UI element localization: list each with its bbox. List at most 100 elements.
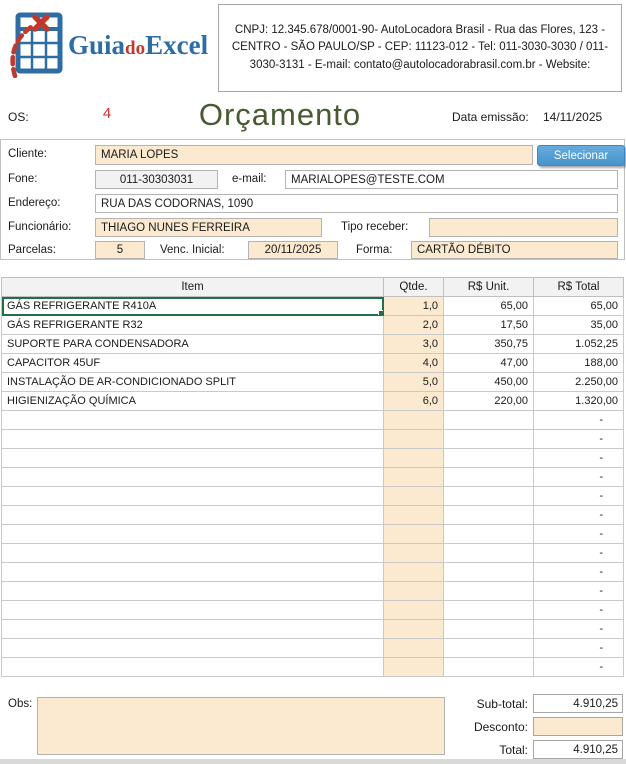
item-unit-cell[interactable]: [443, 619, 534, 639]
desconto-input[interactable]: [533, 717, 623, 736]
item-name-cell[interactable]: [1, 524, 384, 544]
item-total-cell[interactable]: -: [533, 467, 624, 487]
item-total-cell[interactable]: -: [533, 581, 624, 601]
fone-label: Fone:: [8, 173, 38, 185]
item-name-cell[interactable]: [1, 657, 384, 677]
item-name-cell[interactable]: [1, 543, 384, 563]
item-qty-cell[interactable]: [383, 543, 444, 563]
item-qty-cell[interactable]: [383, 467, 444, 487]
item-name-cell[interactable]: CAPACITOR 45UF: [1, 353, 384, 373]
item-total-cell[interactable]: -: [533, 638, 624, 658]
item-total-cell[interactable]: 1.052,25: [533, 334, 624, 354]
item-total-cell[interactable]: -: [533, 524, 624, 544]
item-total-cell[interactable]: 1.320,00: [533, 391, 624, 411]
item-qty-cell[interactable]: 2,0: [383, 315, 444, 335]
endereco-input[interactable]: RUA DAS CODORNAS, 1090: [95, 194, 618, 213]
selecionar-button[interactable]: Selecionar: [537, 145, 625, 166]
item-qty-cell[interactable]: 5,0: [383, 372, 444, 392]
item-unit-cell[interactable]: [443, 638, 534, 658]
item-qty-cell[interactable]: [383, 410, 444, 430]
item-total-cell[interactable]: -: [533, 600, 624, 620]
logo-word-guia: Guia: [68, 29, 126, 60]
item-name-cell[interactable]: [1, 505, 384, 525]
item-name-cell[interactable]: GÁS REFRIGERANTE R32: [1, 315, 384, 335]
item-total-cell[interactable]: 188,00: [533, 353, 624, 373]
obs-input[interactable]: [37, 697, 445, 755]
item-total-cell[interactable]: -: [533, 410, 624, 430]
item-total-cell[interactable]: 65,00: [533, 296, 624, 316]
item-total-cell[interactable]: -: [533, 448, 624, 468]
item-qty-cell[interactable]: [383, 638, 444, 658]
item-total-cell[interactable]: -: [533, 619, 624, 639]
item-unit-cell[interactable]: [443, 505, 534, 525]
item-unit-cell[interactable]: [443, 524, 534, 544]
item-qty-cell[interactable]: [383, 486, 444, 506]
col-header-item: Item: [1, 277, 384, 297]
item-name-cell[interactable]: [1, 562, 384, 582]
item-unit-cell[interactable]: 47,00: [443, 353, 534, 373]
item-name-cell[interactable]: [1, 581, 384, 601]
item-qty-cell[interactable]: 3,0: [383, 334, 444, 354]
item-unit-cell[interactable]: [443, 429, 534, 449]
selection-fill-handle[interactable]: [378, 310, 383, 315]
item-name-cell[interactable]: [1, 410, 384, 430]
item-name-cell[interactable]: [1, 638, 384, 658]
item-unit-cell[interactable]: 17,50: [443, 315, 534, 335]
item-unit-cell[interactable]: [443, 657, 534, 677]
tipo-receber-input[interactable]: [429, 218, 618, 237]
item-unit-cell[interactable]: [443, 410, 534, 430]
venc-inicial-input[interactable]: 20/11/2025: [248, 241, 338, 259]
item-qty-cell[interactable]: 6,0: [383, 391, 444, 411]
item-name-cell[interactable]: HIGIENIZAÇÃO QUÍMICA: [1, 391, 384, 411]
item-name-cell[interactable]: [1, 448, 384, 468]
item-name-cell[interactable]: [1, 429, 384, 449]
item-unit-cell[interactable]: 65,00: [443, 296, 534, 316]
item-total-cell[interactable]: -: [533, 505, 624, 525]
item-qty-cell[interactable]: [383, 562, 444, 582]
item-unit-cell[interactable]: [443, 581, 534, 601]
item-qty-cell[interactable]: [383, 524, 444, 544]
item-name-cell[interactable]: GÁS REFRIGERANTE R410A: [1, 296, 384, 316]
orcamento-sheet: GuiadoExcel CNPJ: 12.345.678/0001-90- Au…: [0, 0, 626, 764]
item-total-cell[interactable]: -: [533, 543, 624, 563]
item-qty-cell[interactable]: [383, 600, 444, 620]
funcionario-input[interactable]: THIAGO NUNES FERREIRA: [95, 218, 322, 237]
item-unit-cell[interactable]: [443, 486, 534, 506]
item-total-cell[interactable]: 2.250,00: [533, 372, 624, 392]
empty-item-row: -: [1, 524, 624, 544]
cliente-input[interactable]: MARIA LOPES: [95, 145, 533, 165]
item-qty-cell[interactable]: [383, 505, 444, 525]
item-qty-cell[interactable]: 4,0: [383, 353, 444, 373]
item-name-cell[interactable]: [1, 619, 384, 639]
item-name-cell[interactable]: SUPORTE PARA CONDENSADORA: [1, 334, 384, 354]
item-unit-cell[interactable]: 450,00: [443, 372, 534, 392]
item-qty-cell[interactable]: 1,0: [383, 296, 444, 316]
email-input[interactable]: MARIALOPES@TESTE.COM: [285, 170, 618, 189]
item-name-cell[interactable]: [1, 486, 384, 506]
item-qty-cell[interactable]: [383, 448, 444, 468]
item-qty-cell[interactable]: [383, 619, 444, 639]
item-total-cell[interactable]: 35,00: [533, 315, 624, 335]
item-unit-cell[interactable]: [443, 448, 534, 468]
item-qty-cell[interactable]: [383, 657, 444, 677]
item-name-cell[interactable]: [1, 467, 384, 487]
item-unit-cell[interactable]: 350,75: [443, 334, 534, 354]
fone-input[interactable]: 011-30303031: [95, 170, 218, 189]
item-qty-cell[interactable]: [383, 429, 444, 449]
item-total-cell[interactable]: -: [533, 562, 624, 582]
item-row: GÁS REFRIGERANTE R32 2,0 17,50 35,00: [1, 315, 624, 335]
item-unit-cell[interactable]: [443, 562, 534, 582]
item-name-cell[interactable]: INSTALAÇÃO DE AR-CONDICIONADO SPLIT: [1, 372, 384, 392]
parcelas-input[interactable]: 5: [95, 241, 145, 259]
item-unit-cell[interactable]: [443, 543, 534, 563]
item-total-cell[interactable]: -: [533, 486, 624, 506]
item-total-cell[interactable]: -: [533, 657, 624, 677]
item-name-cell[interactable]: [1, 600, 384, 620]
item-qty-cell[interactable]: [383, 581, 444, 601]
forma-input[interactable]: CARTÃO DÉBITO: [411, 241, 618, 259]
date-emission-value[interactable]: 14/11/2025: [543, 110, 602, 124]
item-unit-cell[interactable]: [443, 467, 534, 487]
item-unit-cell[interactable]: 220,00: [443, 391, 534, 411]
item-unit-cell[interactable]: [443, 600, 534, 620]
item-total-cell[interactable]: -: [533, 429, 624, 449]
